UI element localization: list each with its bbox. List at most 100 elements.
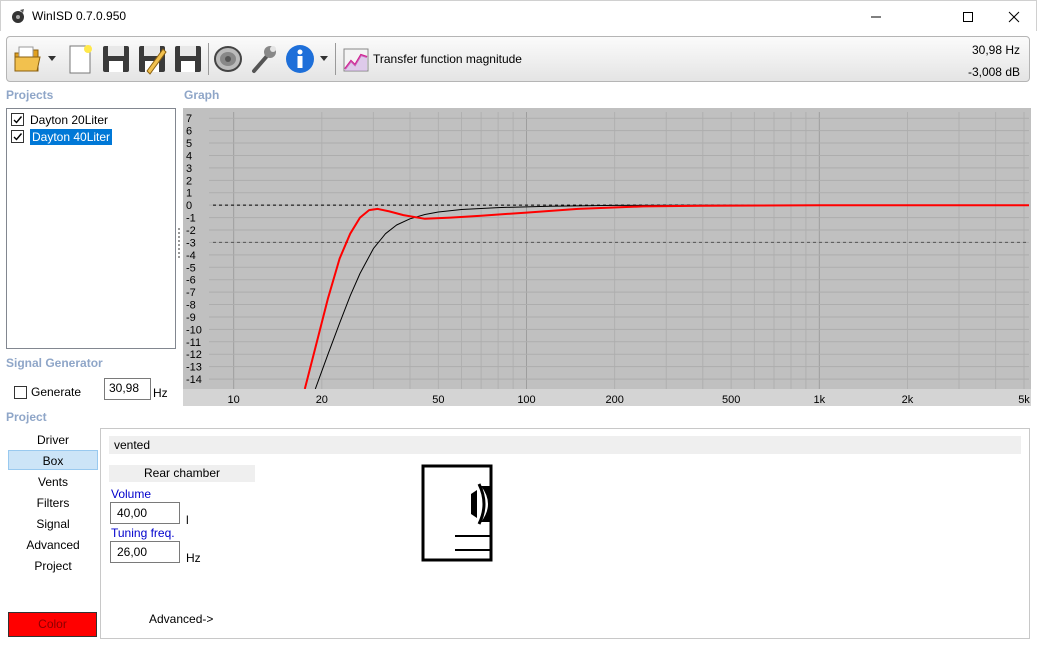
y-tick-label: -14: [186, 374, 202, 386]
signal-generator-header: Signal Generator: [6, 356, 103, 370]
title-bar: WinISD 0.7.0.950: [0, 0, 1037, 31]
minimize-button[interactable]: [853, 1, 899, 32]
volume-label: Volume: [111, 487, 152, 501]
generator-frequency-input[interactable]: 30,98: [104, 378, 151, 400]
toolbar: Transfer function magnitude 30,98 Hz -3,…: [6, 36, 1030, 82]
toolbar-separator: [208, 43, 209, 75]
info-icon: [286, 45, 328, 73]
new-project-button[interactable]: [63, 42, 97, 76]
y-tick-label: -10: [186, 324, 202, 336]
x-tick-label: 2k: [902, 394, 914, 406]
save-button[interactable]: [99, 42, 133, 76]
vented-box-diagram: [421, 464, 493, 562]
y-tick-label: -6: [186, 275, 196, 287]
volume-unit: l: [186, 513, 189, 527]
project-label: Dayton 40Liter: [30, 128, 113, 145]
driver-editor-button[interactable]: [211, 42, 245, 76]
tuning-frequency-input[interactable]: 26,00: [110, 541, 180, 563]
tab-vents[interactable]: Vents: [8, 472, 98, 492]
color-button[interactable]: Color: [8, 612, 97, 637]
graph-type-label: Transfer function magnitude: [373, 52, 522, 66]
y-tick-label: -8: [186, 300, 196, 312]
open-folder-button[interactable]: [11, 42, 57, 76]
y-tick-label: -3: [186, 237, 196, 249]
tab-filters[interactable]: Filters: [8, 493, 98, 513]
projects-list[interactable]: Dayton 20Liter Dayton 40Liter: [6, 108, 176, 349]
project-checkbox[interactable]: [11, 130, 24, 143]
project-item-dayton-20liter[interactable]: Dayton 20Liter: [9, 111, 175, 128]
generate-label: Generate: [31, 385, 82, 399]
generate-checkbox[interactable]: [14, 385, 27, 399]
y-tick-label: 7: [186, 113, 192, 125]
info-button[interactable]: [283, 42, 329, 76]
save-edit-icon: [139, 46, 167, 75]
x-tick-label: 10: [228, 394, 240, 406]
projects-header: Projects: [6, 88, 54, 102]
toolbar-separator: [335, 43, 336, 75]
tab-advanced[interactable]: Advanced: [8, 535, 98, 555]
y-tick-label: 6: [186, 126, 192, 138]
y-tick-label: 5: [186, 138, 192, 150]
y-tick-label: -1: [186, 213, 196, 225]
y-tick-label: -11: [186, 337, 201, 349]
project-checkbox[interactable]: [11, 113, 24, 126]
save-all-icon: [175, 46, 201, 72]
x-tick-label: 5k: [1018, 394, 1030, 406]
generator-unit: Hz: [153, 386, 168, 400]
box-panel: vented Rear chamber Volume 40,00 l Tunin…: [100, 428, 1030, 639]
x-tick-label: 50: [432, 394, 444, 406]
graph-header: Graph: [184, 88, 220, 102]
save-all-button[interactable]: [171, 42, 205, 76]
x-tick-label: 100: [517, 394, 535, 406]
window-title: WinISD 0.7.0.950: [32, 9, 127, 23]
box-type-selector[interactable]: vented: [109, 436, 1021, 454]
tuning-frequency-label: Tuning freq.: [111, 526, 175, 540]
cursor-frequency: 30,98 Hz: [971, 43, 1020, 57]
advanced-link[interactable]: Advanced->: [149, 612, 213, 626]
y-tick-label: -9: [186, 312, 196, 324]
response-graph[interactable]: 76543210-1-2-3-4-5-6-7-8-9-10-11-12-13-1…: [183, 108, 1031, 406]
speaker-icon: [214, 46, 242, 72]
graph-background: [183, 108, 1031, 406]
y-tick-label: 4: [186, 150, 192, 162]
y-tick-label: 2: [186, 175, 192, 187]
graph-icon: [343, 48, 369, 72]
save-icon: [103, 46, 129, 72]
rear-chamber-header: Rear chamber: [109, 465, 255, 482]
y-tick-label: -2: [186, 225, 196, 237]
project-item-dayton-40liter[interactable]: Dayton 40Liter: [9, 128, 175, 145]
y-tick-label: 3: [186, 163, 192, 175]
app-icon: [10, 8, 26, 24]
tab-driver[interactable]: Driver: [8, 430, 98, 450]
checkmark-icon: [13, 116, 23, 124]
tab-signal[interactable]: Signal: [8, 514, 98, 534]
y-tick-label: 1: [186, 188, 192, 200]
options-button[interactable]: [247, 42, 281, 76]
y-tick-label: 0: [186, 200, 192, 212]
y-tick-label: -13: [186, 362, 202, 374]
cursor-level: -3,008 dB: [967, 65, 1020, 79]
tab-box[interactable]: Box: [8, 450, 98, 470]
open-folder-icon: [14, 46, 56, 72]
x-tick-label: 200: [605, 394, 623, 406]
volume-input[interactable]: 40,00: [110, 502, 180, 524]
project-label: Dayton 20Liter: [30, 112, 109, 127]
y-tick-label: -5: [186, 262, 196, 274]
tuning-frequency-unit: Hz: [186, 551, 201, 565]
y-tick-label: -4: [186, 250, 196, 262]
splitter-handle[interactable]: [178, 228, 180, 258]
x-tick-label: 20: [316, 394, 328, 406]
x-tick-label: 500: [722, 394, 740, 406]
checkmark-icon: [13, 133, 23, 141]
x-tick-label: 1k: [814, 394, 826, 406]
y-tick-label: -12: [186, 349, 202, 361]
graph-type-button[interactable]: [339, 42, 373, 76]
tab-project[interactable]: Project: [8, 556, 98, 576]
new-document-icon: [69, 45, 92, 74]
wrench-icon: [252, 46, 276, 73]
save-edit-button[interactable]: [135, 42, 169, 76]
generate-checkbox-row[interactable]: Generate: [14, 385, 81, 399]
maximize-button[interactable]: [945, 1, 991, 32]
close-button[interactable]: [991, 1, 1037, 32]
project-header: Project: [6, 410, 47, 424]
